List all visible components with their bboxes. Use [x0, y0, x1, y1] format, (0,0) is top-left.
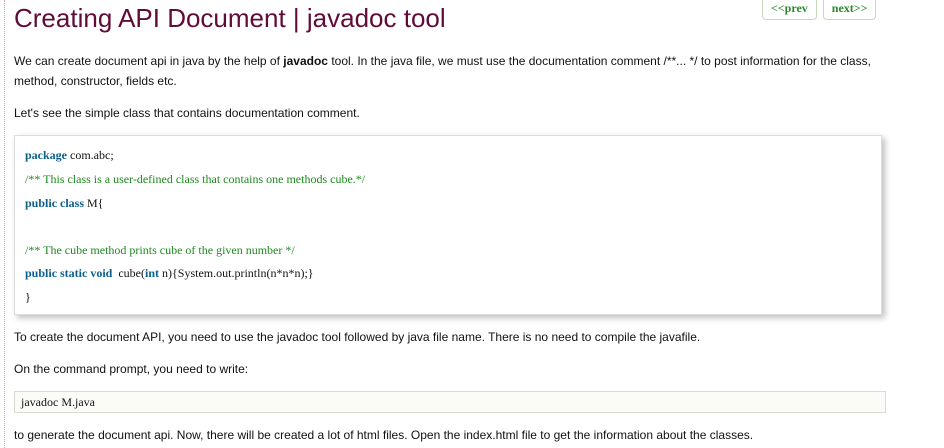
code-text: cube(: [112, 266, 146, 280]
code-line-5: /** The cube method prints cube of the g…: [25, 242, 295, 258]
code-text: M{: [84, 196, 104, 210]
command-intro-paragraph: On the command prompt, you need to write…: [14, 362, 249, 376]
code-line-2: /** This class is a user-defined class t…: [25, 171, 365, 187]
code-comment: /** The cube method prints cube of the g…: [25, 243, 295, 257]
prev-link[interactable]: <<prev: [762, 0, 817, 20]
intro-paragraph: We can create document api in java by th…: [14, 51, 886, 91]
code-keyword: public static void: [25, 266, 113, 280]
command-box: javadoc M.java: [14, 391, 886, 413]
next-link[interactable]: next>>: [822, 0, 877, 20]
left-border: [4, 0, 5, 448]
code-line-6: public static void cube(int n){System.ou…: [25, 265, 314, 281]
code-line-7: }: [25, 289, 31, 305]
code-block: package com.abc; /** This class is a use…: [14, 135, 882, 315]
code-text: }: [25, 290, 31, 304]
code-keyword: public class: [25, 196, 85, 210]
page: <<prev next>> Creating API Document | ja…: [0, 0, 944, 448]
lead-paragraph: Let's see the simple class that contains…: [14, 106, 360, 120]
pager-nav: <<prev next>>: [762, 0, 877, 20]
code-keyword: package: [25, 148, 67, 162]
page-title: Creating API Document | javadoc tool: [14, 3, 446, 33]
after-paragraph: to generate the document api. Now, there…: [14, 428, 754, 442]
code-keyword: int: [145, 266, 160, 280]
intro-bold: javadoc: [283, 54, 328, 68]
intro-text-1: We can create document api in java by th…: [14, 54, 284, 68]
command-text: javadoc M.java: [21, 395, 95, 409]
create-paragraph: To create the document API, you need to …: [14, 330, 701, 344]
code-line-3: public class M{: [25, 195, 103, 211]
code-comment: /** This class is a user-defined class t…: [25, 172, 366, 186]
code-text: com.abc;: [67, 148, 114, 162]
code-text: n){System.out.println(n*n*n);}: [159, 266, 314, 280]
code-line-1: package com.abc;: [25, 147, 114, 163]
